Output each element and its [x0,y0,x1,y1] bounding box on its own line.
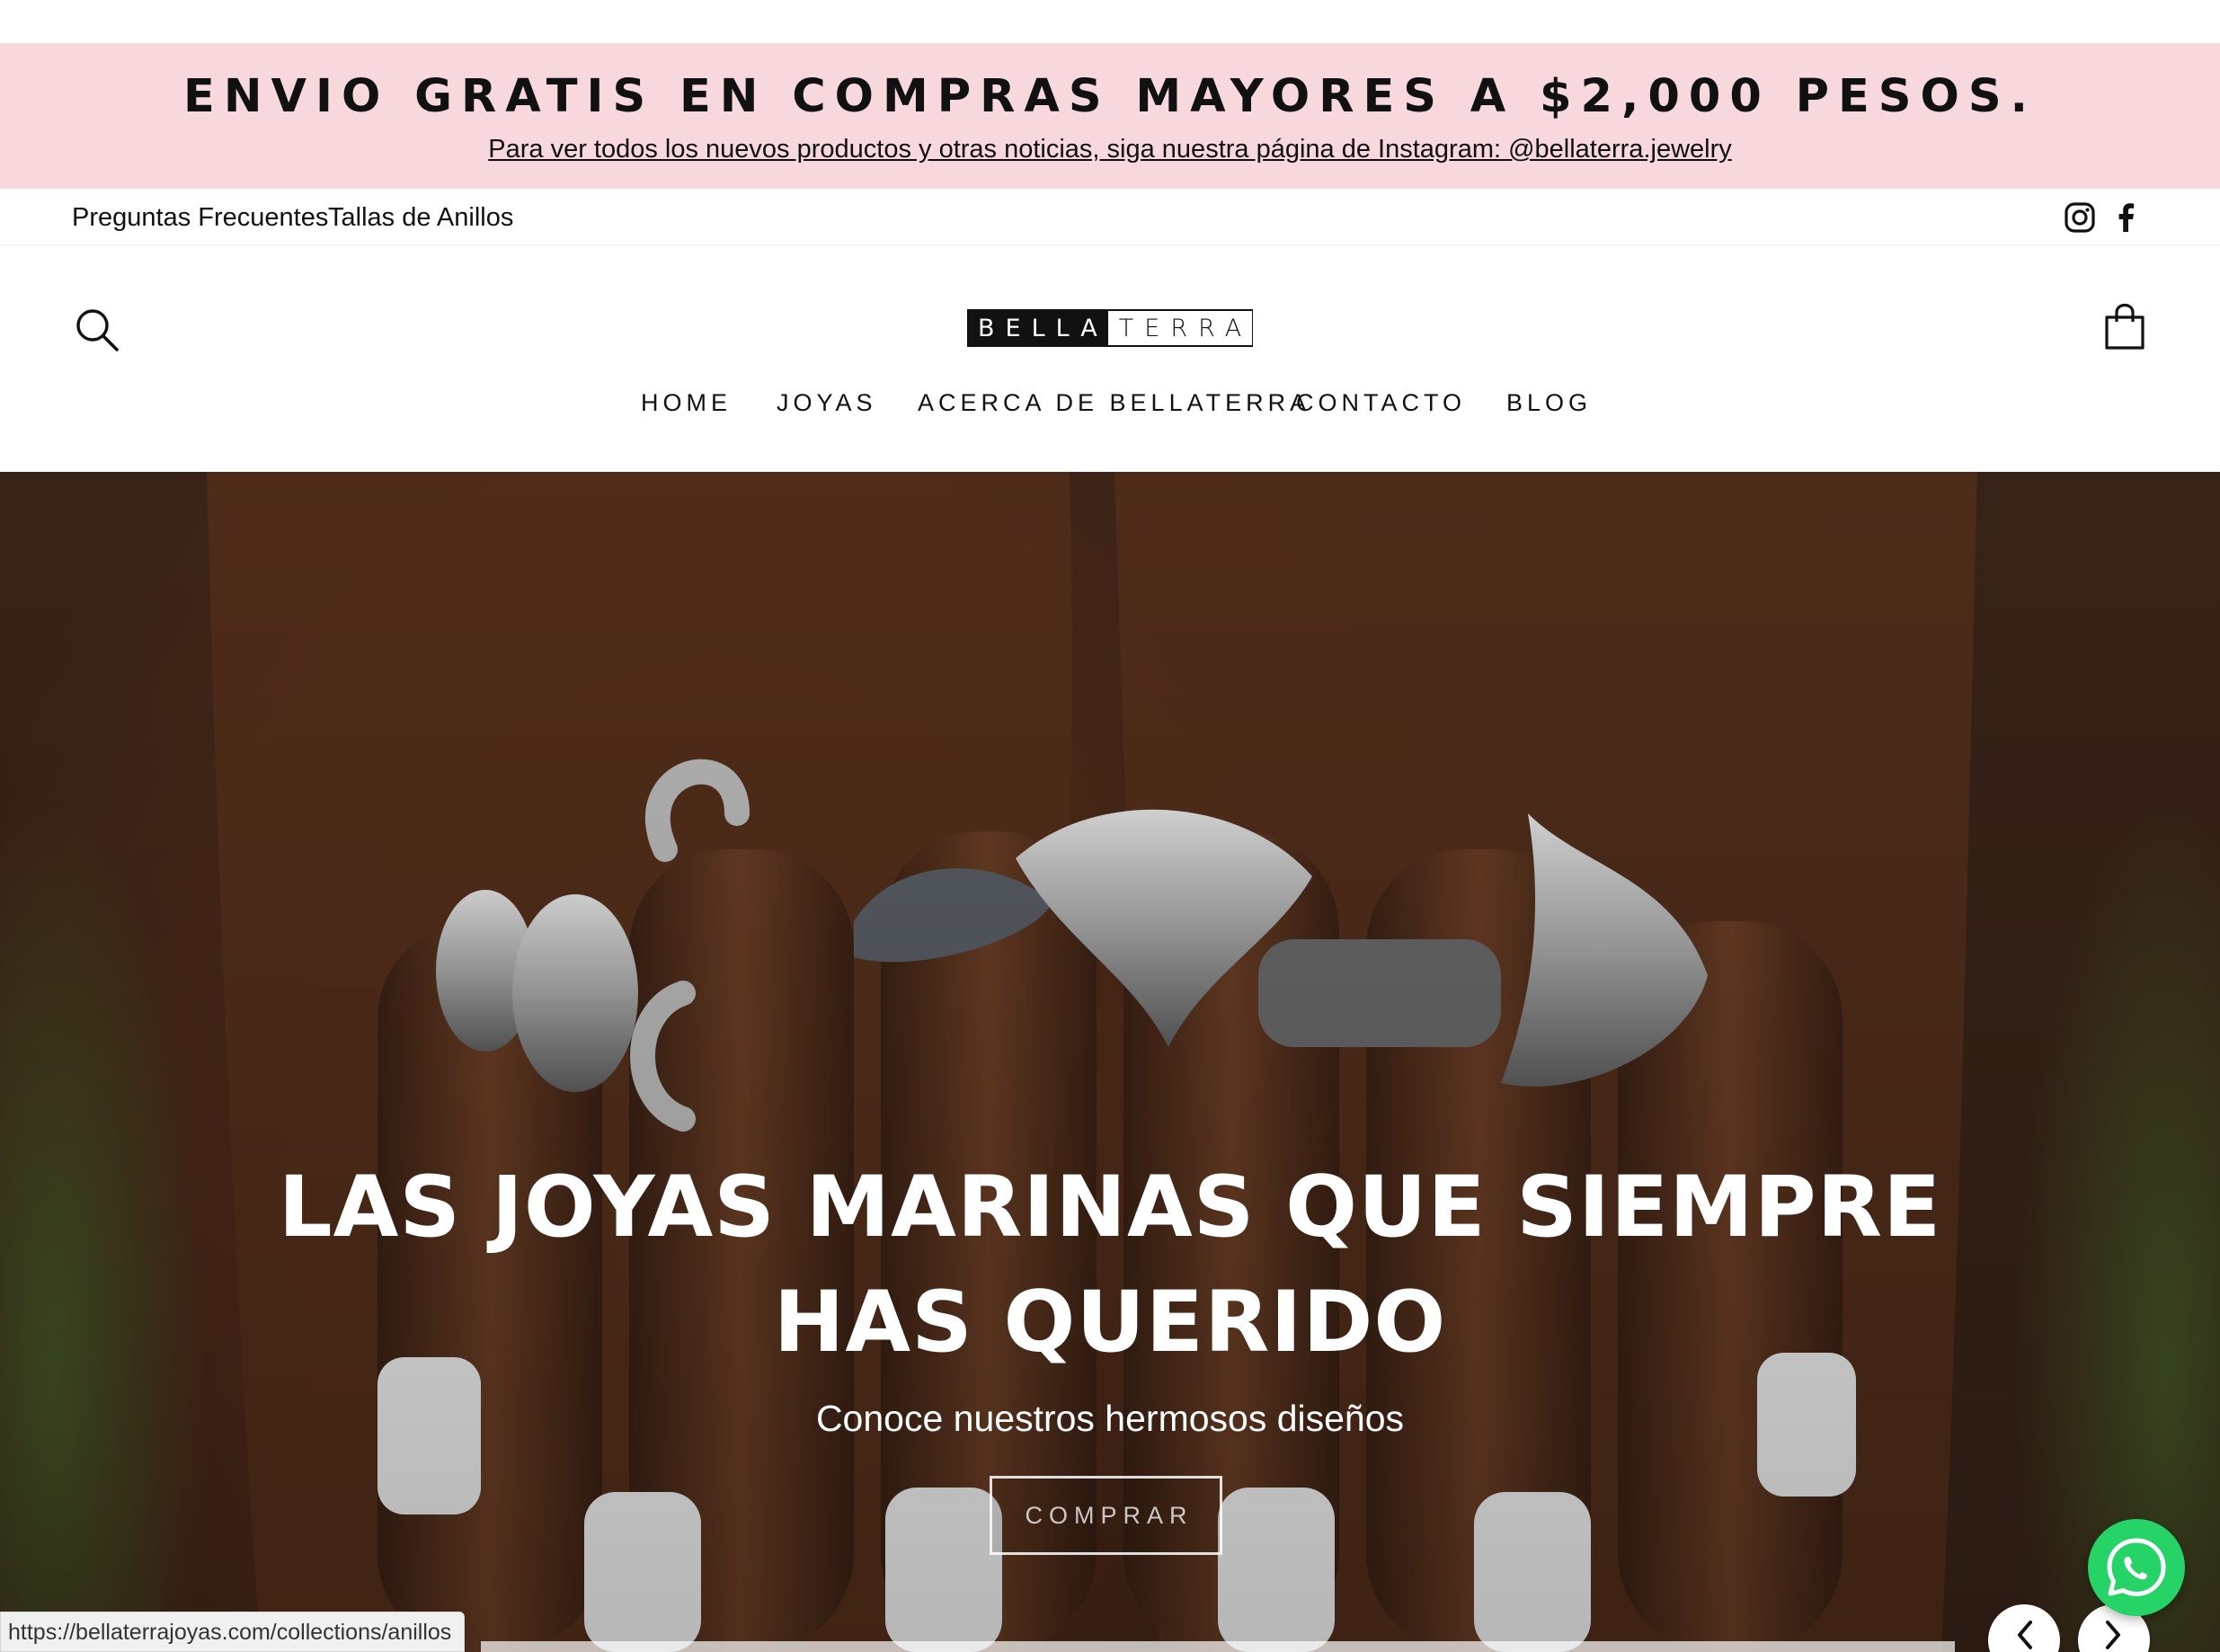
nav-acerca[interactable]: ACERCA DE BELLATERRA [918,389,1310,417]
main-nav: HOME JOYAS ACERCA DE BELLATERRA CONTACTO… [0,389,2220,434]
logo-terra: TERRA [1107,311,1253,345]
slideshow-progress [481,1641,1955,1652]
status-bar-url: https://bellaterrajoyas.com/collections/… [0,1612,466,1652]
search-icon[interactable] [74,306,120,353]
announcement-title: ENVIO GRATIS EN COMPRAS MAYORES A $2,000… [183,70,2037,123]
facebook-icon[interactable] [2109,200,2145,235]
whatsapp-icon[interactable] [2088,1519,2185,1616]
instagram-announcement-link[interactable]: Para ver todos los nuevos productos y ot… [0,135,2220,164]
logo-bella: BELLA [969,311,1108,345]
site-logo[interactable]: BELLA TERRA [967,309,1253,347]
hero-subtitle: Conoce nuestros hermosos diseños [815,1398,1405,1439]
hero-title: LAS JOYAS MARINAS QUE SIEMPRE HAS QUERID… [278,1159,1942,1372]
faq-link[interactable]: Preguntas Frecuentes [72,203,328,233]
hero-banner: LAS JOYAS MARINAS QUE SIEMPRE HAS QUERID… [0,472,2220,1652]
cart-icon[interactable] [2103,303,2146,351]
announcement-bar: ENVIO GRATIS EN COMPRAS MAYORES A $2,000… [0,43,2220,189]
nav-blog[interactable]: BLOG [1506,389,1592,417]
utility-bar: Preguntas Frecuentes Tallas de Anillos [0,189,2220,245]
shop-button[interactable]: COMPRAR [990,1476,1222,1555]
top-margin [0,0,2220,43]
site-header: BELLA TERRA HOME JOYAS ACERCA DE BELLATE… [0,245,2220,472]
nav-joyas[interactable]: JOYAS [777,389,877,417]
nav-contacto[interactable]: CONTACTO [1296,389,1466,417]
instagram-icon[interactable] [2062,200,2098,235]
ring-sizes-link[interactable]: Tallas de Anillos [328,203,513,233]
nav-home[interactable]: HOME [641,389,732,417]
